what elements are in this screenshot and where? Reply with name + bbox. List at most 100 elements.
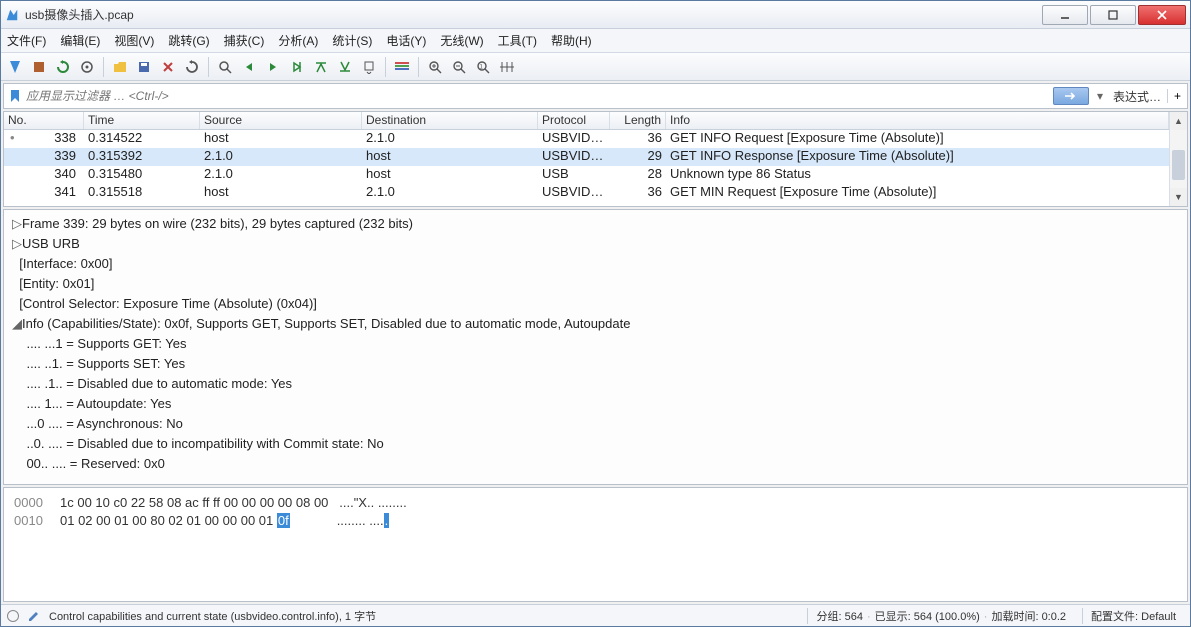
status-field-desc: Control capabilities and current state (… <box>49 608 799 624</box>
detail-frame[interactable]: Frame 339: 29 bytes on wire (232 bits), … <box>22 216 413 231</box>
edit-icon[interactable] <box>27 609 41 623</box>
display-filter-bar: ▾ 表达式… + <box>3 83 1188 109</box>
packet-details-pane[interactable]: ▷Frame 339: 29 bytes on wire (232 bits),… <box>3 209 1188 485</box>
packet-list-pane: No. Time Source Destination Protocol Len… <box>3 111 1188 207</box>
menubar: 文件(F) 编辑(E) 视图(V) 跳转(G) 捕获(C) 分析(A) 统计(S… <box>1 29 1190 53</box>
col-header-no[interactable]: No. <box>4 112 84 129</box>
app-window: usb摄像头插入.pcap 文件(F) 编辑(E) 视图(V) 跳转(G) 捕获… <box>0 0 1191 627</box>
minimize-button[interactable] <box>1042 5 1088 25</box>
detail-bit[interactable]: ...0 .... = Asynchronous: No <box>26 416 182 431</box>
menu-go[interactable]: 跳转(G) <box>168 32 209 49</box>
toolbar-separator <box>418 57 419 77</box>
start-capture-icon[interactable] <box>5 57 25 77</box>
zoom-out-icon[interactable] <box>449 57 469 77</box>
go-forward-icon[interactable] <box>263 57 283 77</box>
col-header-dst[interactable]: Destination <box>362 112 538 129</box>
detail-urb[interactable]: USB URB <box>22 236 80 251</box>
scroll-down-icon[interactable]: ▼ <box>1174 188 1183 206</box>
menu-telephony[interactable]: 电话(Y) <box>386 32 426 49</box>
display-filter-input[interactable] <box>26 89 1049 103</box>
toolbar-separator <box>103 57 104 77</box>
zoom-in-icon[interactable] <box>425 57 445 77</box>
menu-help[interactable]: 帮助(H) <box>551 32 592 49</box>
maximize-button[interactable] <box>1090 5 1136 25</box>
detail-selector[interactable]: [Control Selector: Exposure Time (Absolu… <box>19 296 317 311</box>
packet-list-scrollbar[interactable]: ▲ ▼ <box>1169 112 1187 206</box>
packet-row[interactable]: 3390.3153922.1.0hostUSBVID…29GET INFO Re… <box>4 148 1169 166</box>
menu-tools[interactable]: 工具(T) <box>498 32 537 49</box>
hex-ascii[interactable]: ...."X.. ........ <box>339 495 406 510</box>
expand-icon[interactable]: ▷ <box>12 234 22 254</box>
packet-row[interactable]: 3410.315518host2.1.0USBVID…36GET MIN Req… <box>4 184 1169 202</box>
auto-scroll-icon[interactable] <box>359 57 379 77</box>
col-header-len[interactable]: Length <box>610 112 666 129</box>
detail-info[interactable]: Info (Capabilities/State): 0x0f, Support… <box>22 316 630 331</box>
go-back-icon[interactable] <box>239 57 259 77</box>
zoom-reset-icon[interactable]: 1 <box>473 57 493 77</box>
detail-interface[interactable]: [Interface: 0x00] <box>19 256 112 271</box>
add-filter-button[interactable]: + <box>1167 89 1187 103</box>
hex-ascii-highlight[interactable]: . <box>384 513 390 528</box>
scroll-up-icon[interactable]: ▲ <box>1174 112 1183 130</box>
app-icon <box>5 8 19 22</box>
toolbar-separator <box>385 57 386 77</box>
col-header-time[interactable]: Time <box>84 112 200 129</box>
hex-ascii[interactable]: ........ .... <box>337 513 384 528</box>
packet-bytes-pane[interactable]: 00001c 00 10 c0 22 58 08 ac ff ff 00 00 … <box>3 487 1188 602</box>
menu-view[interactable]: 视图(V) <box>114 32 154 49</box>
detail-bit[interactable]: 00.. .... = Reserved: 0x0 <box>26 456 164 471</box>
status-profile[interactable]: 配置文件: Default <box>1082 608 1184 624</box>
hex-bytes[interactable]: 1c 00 10 c0 22 58 08 ac ff ff 00 00 00 0… <box>60 495 328 510</box>
expert-info-icon[interactable] <box>7 610 19 622</box>
detail-bit[interactable]: ..0. .... = Disabled due to incompatibil… <box>26 436 383 451</box>
menu-wireless[interactable]: 无线(W) <box>440 32 483 49</box>
capture-options-icon[interactable] <box>77 57 97 77</box>
menu-stats[interactable]: 统计(S) <box>332 32 372 49</box>
menu-edit[interactable]: 编辑(E) <box>60 32 100 49</box>
restart-capture-icon[interactable] <box>53 57 73 77</box>
apply-filter-button[interactable] <box>1053 87 1089 105</box>
col-header-proto[interactable]: Protocol <box>538 112 610 129</box>
col-header-src[interactable]: Source <box>200 112 362 129</box>
expression-button[interactable]: 表达式… <box>1107 88 1167 105</box>
collapse-icon[interactable]: ◢ <box>12 314 22 334</box>
hex-bytes[interactable]: 01 02 00 01 00 80 02 01 00 00 00 01 <box>60 513 277 528</box>
save-file-icon[interactable] <box>134 57 154 77</box>
window-title: usb摄像头插入.pcap <box>25 6 134 23</box>
menu-analyze[interactable]: 分析(A) <box>278 32 318 49</box>
titlebar[interactable]: usb摄像头插入.pcap <box>1 1 1190 29</box>
detail-bit[interactable]: .... 1... = Autoupdate: Yes <box>26 396 171 411</box>
status-packets: 分组: 564·已显示: 564 (100.0%)·加载时间: 0:0.2 <box>807 608 1074 624</box>
menu-file[interactable]: 文件(F) <box>7 32 46 49</box>
close-button[interactable] <box>1138 5 1186 25</box>
toolbar: 1 <box>1 53 1190 81</box>
go-to-packet-icon[interactable] <box>287 57 307 77</box>
expand-icon[interactable]: ▷ <box>12 214 22 234</box>
hex-highlight[interactable]: 0f <box>277 513 290 528</box>
statusbar: Control capabilities and current state (… <box>1 604 1190 626</box>
close-file-icon[interactable] <box>158 57 178 77</box>
colorize-icon[interactable] <box>392 57 412 77</box>
bookmark-icon[interactable] <box>8 89 22 103</box>
filter-dropdown-icon[interactable]: ▾ <box>1093 89 1107 103</box>
toolbar-separator <box>208 57 209 77</box>
hex-offset: 0010 <box>14 512 60 530</box>
detail-bit[interactable]: .... ...1 = Supports GET: Yes <box>26 336 186 351</box>
go-first-icon[interactable] <box>311 57 331 77</box>
packet-row[interactable]: •3380.314522host2.1.0USBVID…36GET INFO R… <box>4 130 1169 148</box>
detail-bit[interactable]: .... .1.. = Disabled due to automatic mo… <box>26 376 292 391</box>
menu-capture[interactable]: 捕获(C) <box>224 32 265 49</box>
resize-columns-icon[interactable] <box>497 57 517 77</box>
open-file-icon[interactable] <box>110 57 130 77</box>
hex-offset: 0000 <box>14 494 60 512</box>
reload-icon[interactable] <box>182 57 202 77</box>
packet-row[interactable]: 3400.3154802.1.0hostUSB28Unknown type 86… <box>4 166 1169 184</box>
go-last-icon[interactable] <box>335 57 355 77</box>
detail-bit[interactable]: .... ..1. = Supports SET: Yes <box>26 356 185 371</box>
detail-entity[interactable]: [Entity: 0x01] <box>19 276 94 291</box>
col-header-info[interactable]: Info <box>666 112 1169 129</box>
find-packet-icon[interactable] <box>215 57 235 77</box>
stop-capture-icon[interactable] <box>29 57 49 77</box>
packet-list-header: No. Time Source Destination Protocol Len… <box>4 112 1169 130</box>
scroll-thumb[interactable] <box>1172 150 1185 180</box>
